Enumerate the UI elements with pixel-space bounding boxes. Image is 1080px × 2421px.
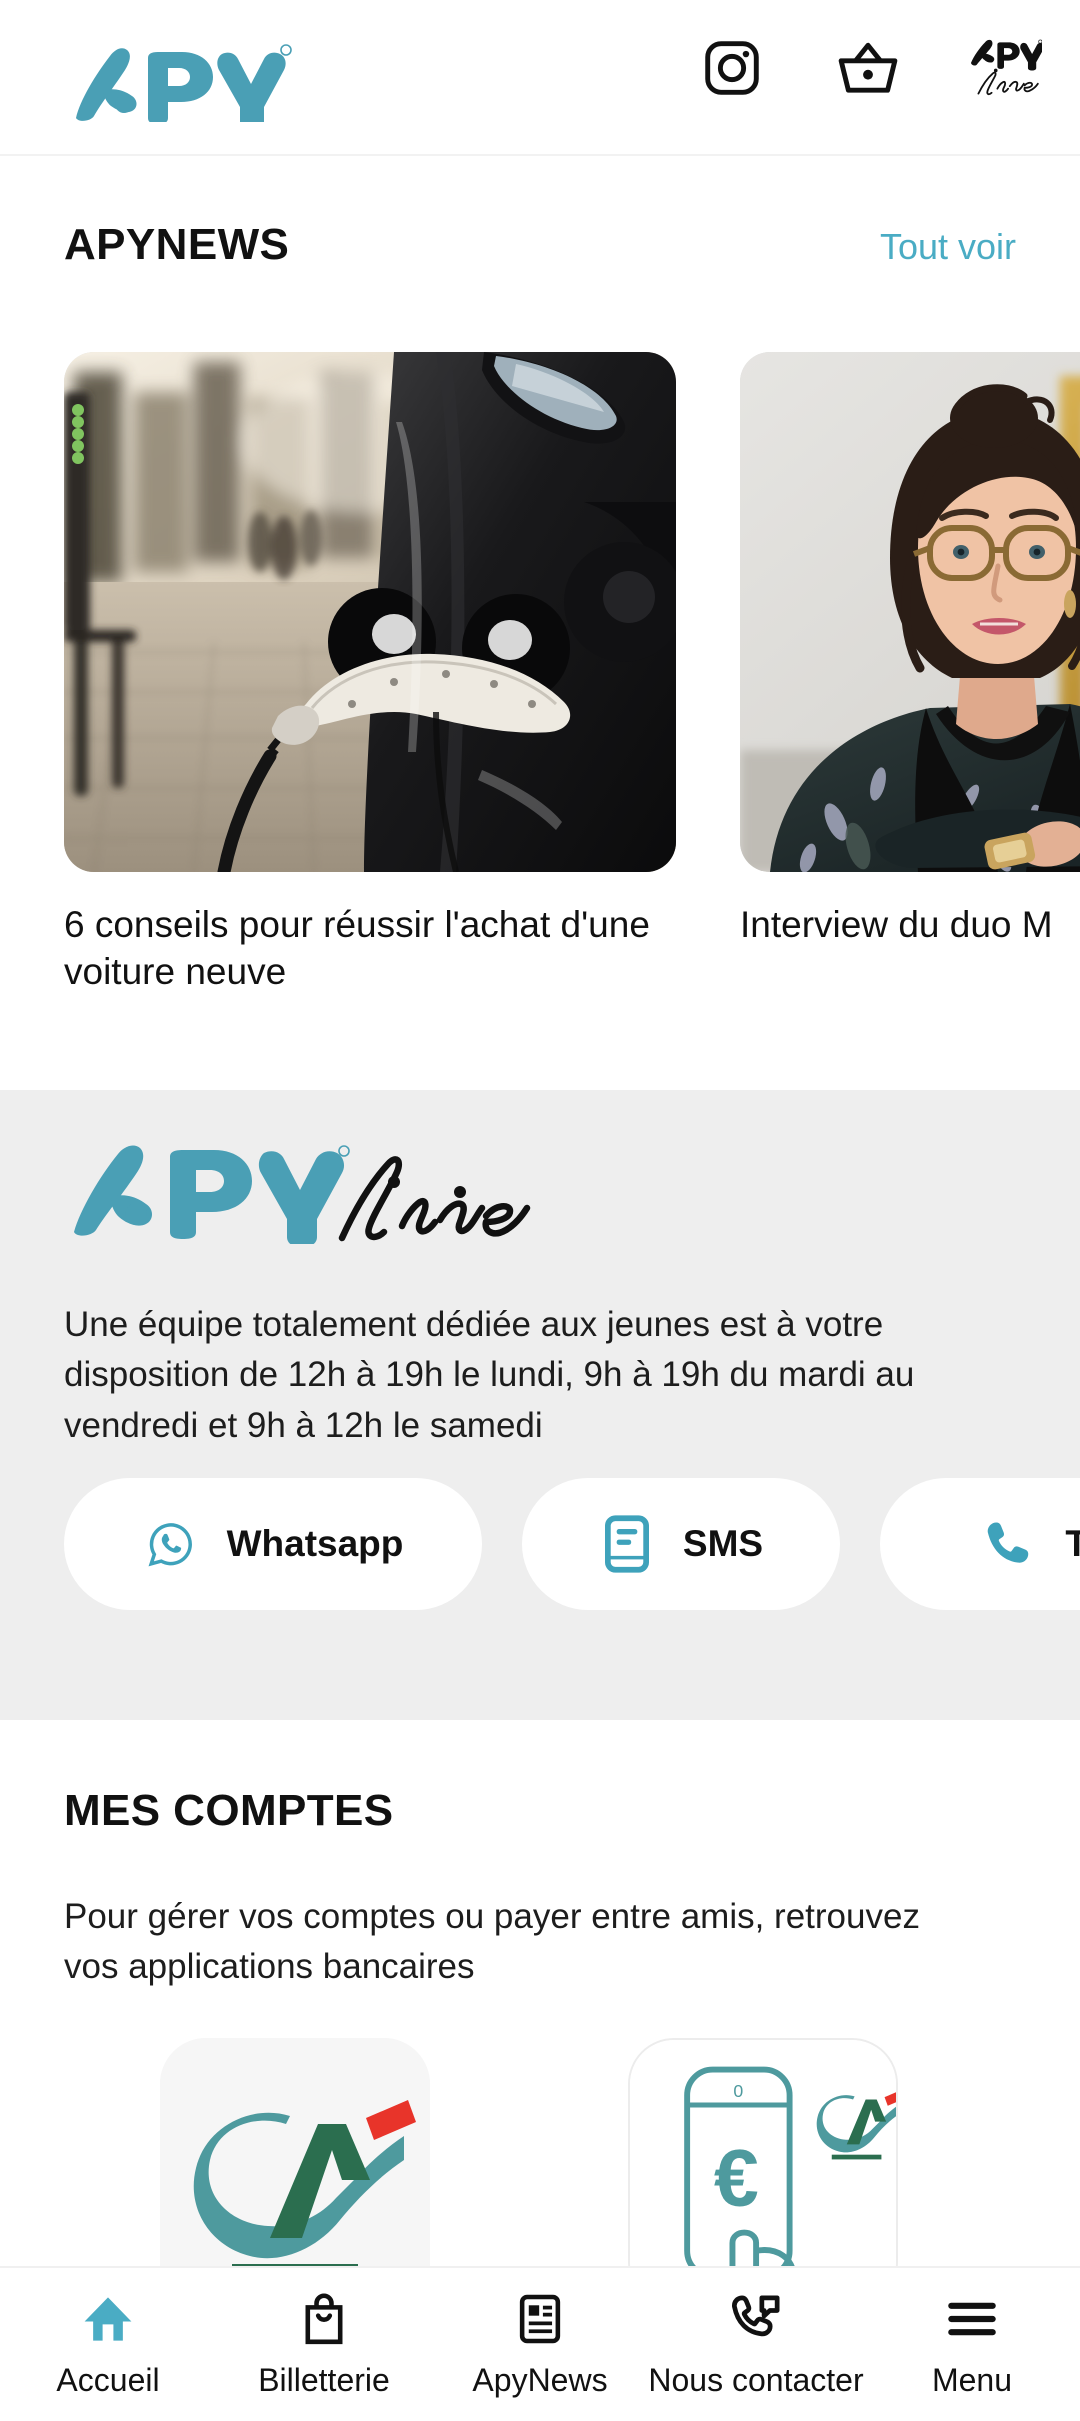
shopping-bag-icon — [300, 2288, 348, 2350]
app-header — [0, 0, 1080, 156]
nav-label-menu: Menu — [931, 2362, 1013, 2398]
apyline-description: Une équipe totalement dédiée aux jeunes … — [64, 1305, 915, 1445]
nav-item-nous-contacter[interactable]: Nous contacter — [648, 2288, 864, 2399]
apyline-logo-icon[interactable] — [966, 28, 1042, 108]
apy-logo[interactable] — [62, 38, 292, 122]
news-card[interactable]: Interview du duo M — [740, 352, 1080, 1052]
basket-icon[interactable] — [830, 28, 906, 108]
app-screen: APYNEWS Tout voir 6 conseils pour réussi… — [0, 0, 1080, 2421]
nav-item-billetterie[interactable]: Billetterie — [216, 2288, 432, 2399]
svg-text:0: 0 — [733, 2081, 743, 2101]
home-icon — [81, 2288, 135, 2350]
news-card[interactable]: 6 conseils pour réussir l'achat d'une vo… — [64, 352, 676, 1052]
news-card-title: 6 conseils pour réussir l'achat d'une vo… — [64, 904, 650, 992]
hamburger-menu-icon — [945, 2288, 999, 2350]
instagram-icon[interactable] — [694, 28, 770, 108]
nav-item-accueil[interactable]: Accueil — [0, 2288, 216, 2399]
sms-icon — [599, 1515, 655, 1573]
accounts-description: Pour gérer vos comptes ou payer entre am… — [64, 1897, 920, 1986]
article-icon — [516, 2288, 564, 2350]
phone-icon — [981, 1516, 1037, 1572]
interview-portrait-photo — [740, 352, 1080, 872]
nav-item-apynews[interactable]: ApyNews — [432, 2288, 648, 2399]
sms-label: SMS — [682, 1523, 764, 1564]
nav-label-nous-contacter: Nous contacter — [648, 2362, 864, 2398]
accounts-title: MES COMPTES — [64, 1786, 394, 1835]
whatsapp-icon — [143, 1516, 199, 1572]
accounts-section: MES COMPTES Pour gérer vos comptes ou pa… — [0, 1720, 1080, 2308]
ev-charging-photo — [64, 352, 676, 872]
news-card-rail[interactable]: 6 conseils pour réussir l'achat d'une vo… — [64, 352, 1080, 1052]
phone-message-icon — [729, 2288, 783, 2350]
apyline-logo — [64, 1134, 534, 1244]
svg-text:€: € — [714, 2134, 759, 2224]
apynews-header: APYNEWS Tout voir — [0, 220, 1080, 270]
apyline-contact-rail[interactable]: Whatsapp SMS T — [64, 1478, 1080, 1610]
see-all-link[interactable]: Tout voir — [880, 226, 1016, 268]
sms-button[interactable]: SMS — [522, 1478, 840, 1610]
whatsapp-button[interactable]: Whatsapp — [64, 1478, 482, 1610]
apyline-section: Une équipe totalement dédiée aux jeunes … — [0, 1090, 1080, 1720]
nav-label-billetterie: Billetterie — [258, 2362, 390, 2398]
apynews-section: APYNEWS Tout voir 6 conseils pour réussi… — [0, 156, 1080, 1086]
page-title: APYNEWS — [64, 220, 290, 269]
news-card-title: Interview du duo M — [740, 904, 1053, 945]
telephone-label: Té — [1065, 1523, 1080, 1564]
whatsapp-label: Whatsapp — [226, 1523, 404, 1564]
header-actions — [694, 28, 1042, 108]
telephone-button[interactable]: Té — [880, 1478, 1080, 1610]
nav-label-apynews: ApyNews — [472, 2362, 608, 2398]
nav-item-menu[interactable]: Menu — [864, 2288, 1080, 2399]
bottom-navigation: Accueil Billetterie ApyNews Nous contact… — [0, 2266, 1080, 2421]
nav-label-accueil: Accueil — [56, 2362, 160, 2398]
